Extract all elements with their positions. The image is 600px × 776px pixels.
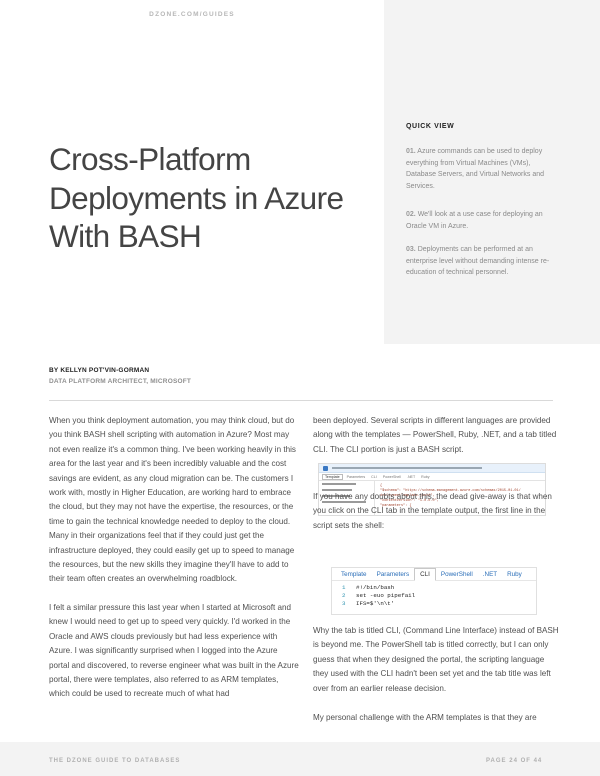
code-line: 2 set -euo pipefail — [342, 592, 536, 600]
quick-view-item-text: We'll look at a use case for deploying a… — [406, 211, 543, 230]
portal-tab-ruby: Ruby — [421, 474, 430, 479]
author-role: DATA PLATFORM ARCHITECT, MICROSOFT — [49, 378, 192, 385]
cli-tab-parameters: Parameters — [376, 570, 410, 578]
portal-info-banner — [319, 464, 545, 473]
quick-view-item-text: Deployments can be performed at an enter… — [406, 246, 550, 276]
quick-view-item: 03. Deployments can be performed at an e… — [406, 244, 552, 279]
divider — [49, 400, 553, 401]
code-text: IFS=$'\n\t' — [356, 600, 395, 607]
quick-view-item-number: 02. — [406, 211, 416, 218]
quick-view-item-number: 03. — [406, 246, 416, 253]
portal-tab-parameters: Parameters — [346, 474, 366, 479]
paragraph: If you have any doubts about this, the d… — [313, 492, 552, 530]
info-icon — [323, 465, 328, 471]
quick-view-item-number: 01. — [406, 148, 416, 155]
cli-script-screenshot: Template Parameters CLI PowerShell .NET … — [331, 567, 537, 615]
portal-tab-dotnet: .NET — [406, 474, 416, 479]
line-number: 2 — [342, 592, 346, 599]
line-number: 3 — [342, 600, 346, 607]
portal-tab-cli: CLI — [371, 474, 377, 479]
code-text: #!/bin/bash — [356, 584, 395, 591]
article-title: Cross-Platform Deployments in Azure With… — [49, 141, 344, 254]
code-text: set -euo pipefail — [356, 592, 416, 599]
quick-view-heading: QUICK VIEW — [406, 123, 455, 130]
quick-view-item: 02. We'll look at a use case for deployi… — [406, 209, 552, 232]
quick-view-item: 01. Azure commands can be used to deploy… — [406, 146, 552, 192]
line-number: 1 — [342, 584, 346, 591]
paragraph: Why the tab is titled CLI, (Command Line… — [313, 626, 559, 693]
cli-code: 1 #!/bin/bash 2 set -euo pipefail 3 IFS=… — [332, 581, 536, 608]
paragraph: When you think deployment automation, yo… — [49, 416, 296, 584]
code-line: 1 #!/bin/bash — [342, 584, 536, 592]
footer-page-number: PAGE 24 OF 44 — [486, 758, 543, 764]
cli-tab-dotnet: .NET — [482, 570, 498, 578]
footer-guide-title: THE DZONE GUIDE TO DATABASES — [49, 758, 181, 764]
portal-tab-powershell: PowerShell — [382, 474, 401, 479]
cli-tab-template: Template — [341, 570, 367, 578]
code-line: 3 IFS=$'\n\t' — [342, 600, 536, 608]
paragraph: been deployed. Several scripts in differ… — [313, 416, 557, 454]
cli-tab-powershell: PowerShell — [440, 570, 473, 578]
tree-item — [322, 483, 356, 485]
paragraph: My personal challenge with the ARM templ… — [313, 713, 537, 722]
portal-tab-bar: Template Parameters CLI PowerShell .NET … — [319, 473, 545, 481]
paragraph: I felt a similar pressure this last year… — [49, 602, 299, 699]
portal-tab-template: Template — [322, 473, 343, 480]
cli-tab-bar: Template Parameters CLI PowerShell .NET … — [332, 567, 536, 581]
author-name: BY KELLYN POT'VIN-GORMAN — [49, 367, 150, 374]
cli-tab-ruby: Ruby — [507, 570, 522, 578]
header-url: DZONE.COM/GUIDES — [149, 11, 235, 18]
cli-tab-cli: CLI — [414, 567, 436, 581]
banner-text-placeholder — [332, 467, 482, 469]
left-column: When you think deployment automation, yo… — [49, 414, 299, 702]
quick-view-item-text: Azure commands can be used to deploy eve… — [406, 148, 544, 190]
